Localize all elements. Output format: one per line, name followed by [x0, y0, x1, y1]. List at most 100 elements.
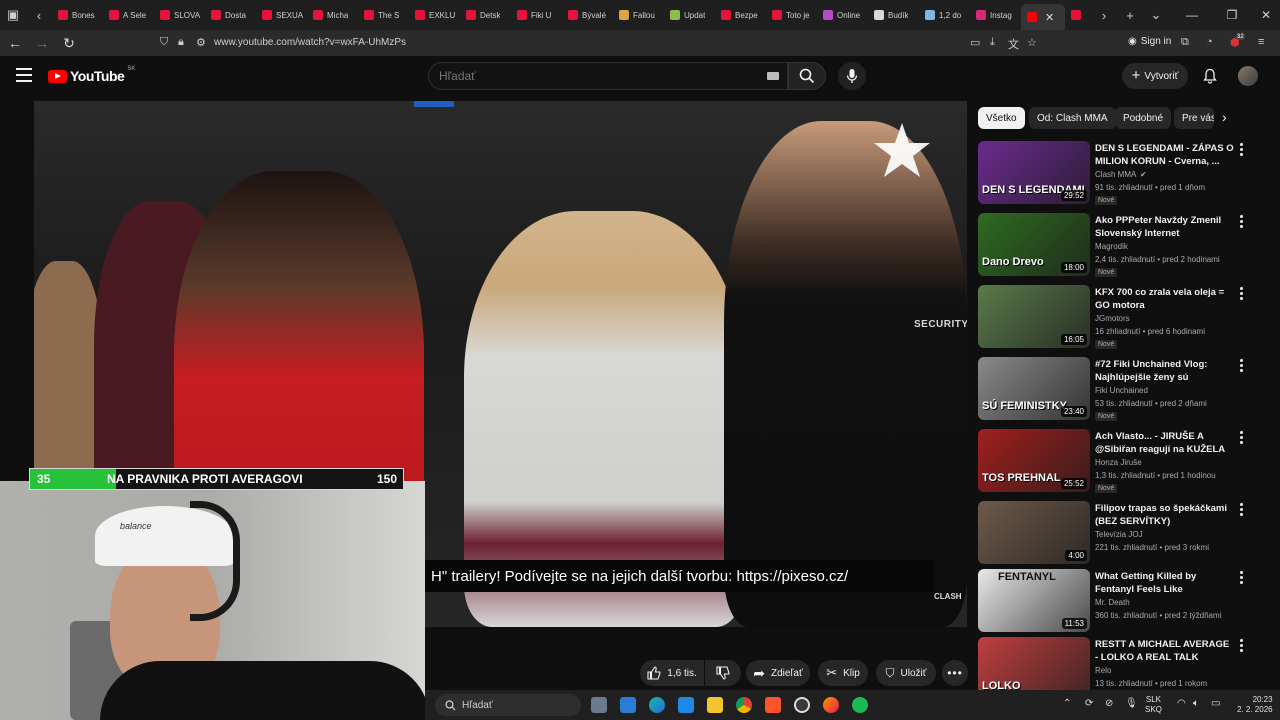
browser-tab[interactable]: Instag: [970, 0, 1021, 30]
bookmark-star-icon[interactable]: ☆: [1027, 36, 1037, 49]
battery-icon[interactable]: ▭: [1211, 698, 1220, 709]
browser-menu-icon[interactable]: ≡: [1258, 36, 1264, 48]
tab-active-youtube[interactable]: ✕: [1021, 4, 1065, 30]
dislike-button[interactable]: [705, 660, 741, 686]
browser-tab[interactable]: SLOVA: [154, 0, 205, 30]
browser-tab[interactable]: SEXUA: [256, 0, 307, 30]
share-button[interactable]: ➦ Zdieľať: [746, 660, 810, 686]
obs-icon[interactable]: [794, 697, 810, 713]
chrome-icon[interactable]: [736, 697, 752, 713]
video-thumbnail[interactable]: SÚ FEMINISTKY 23:40: [978, 357, 1090, 420]
recommended-video[interactable]: 4:00 Filipov trapas so špekáčkami (BEZ SE…: [978, 501, 1268, 567]
more-vertical-icon[interactable]: [1237, 571, 1245, 585]
video-thumbnail[interactable]: FENTANYL 11:53: [978, 569, 1090, 632]
chip-from-channel[interactable]: Od: Clash MMA: [1029, 107, 1116, 129]
translate-icon[interactable]: 文: [1008, 36, 1019, 52]
show-hidden-icons-chevron-icon[interactable]: ⌃: [1063, 698, 1071, 709]
browser-tab[interactable]: Online: [817, 0, 868, 30]
browser-tab[interactable]: Bezpe: [715, 0, 766, 30]
browser-tab[interactable]: Fiki U: [511, 0, 562, 30]
avatar[interactable]: [1238, 66, 1258, 86]
browser-tab[interactable]: 1,2 do: [919, 0, 970, 30]
search-box[interactable]: [428, 62, 788, 90]
browser-tab[interactable]: Bones: [52, 0, 103, 30]
firefox-icon[interactable]: [823, 697, 839, 713]
recommended-video[interactable]: DEN S LEGENDAMI 29:52 DEN S LEGENDAMI - ZÁ…: [978, 141, 1268, 207]
spotify-icon[interactable]: [852, 697, 868, 713]
browser-tab[interactable]: A Sele: [103, 0, 154, 30]
video-thumbnail[interactable]: 16:05: [978, 285, 1090, 348]
scroll-tabs-left-icon[interactable]: ‹: [26, 0, 52, 30]
browser-tab[interactable]: Budík: [868, 0, 919, 30]
chips-next-chevron-icon[interactable]: ›: [1222, 109, 1227, 125]
video-thumbnail[interactable]: Dano Drevo 18:00: [978, 213, 1090, 276]
shield-icon[interactable]: ⛉: [160, 36, 168, 49]
more-vertical-icon[interactable]: [1237, 359, 1245, 373]
download-page-icon[interactable]: ⤓: [990, 36, 995, 49]
browser-tab[interactable]: Detsk: [460, 0, 511, 30]
site-settings-icon[interactable]: ⚙: [196, 36, 206, 49]
chip-all[interactable]: Všetko: [978, 107, 1025, 129]
browser-tab[interactable]: Fallou: [613, 0, 664, 30]
video-thumbnail[interactable]: TOS PREHNAL 25:52: [978, 429, 1090, 492]
browser-tab[interactable]: EXKLU: [409, 0, 460, 30]
recommended-video[interactable]: FENTANYL 11:53 What Getting Killed by Fent…: [978, 569, 1268, 635]
store-icon[interactable]: [620, 697, 636, 713]
edge-icon[interactable]: [649, 697, 665, 713]
recommended-video[interactable]: Dano Drevo 18:00 Ako PPPeter Navždy Zmenil…: [978, 213, 1268, 279]
search-input[interactable]: [439, 69, 739, 83]
browser-tab[interactable]: Dosta: [205, 0, 256, 30]
tab-list-dropdown-icon[interactable]: ⌄: [1143, 0, 1169, 30]
clip-button[interactable]: ✂ Klip: [818, 660, 868, 686]
browser-tab[interactable]: Updat: [664, 0, 715, 30]
notifications-bell-icon[interactable]: [1200, 66, 1220, 86]
keyboard-icon[interactable]: [767, 72, 779, 80]
close-tab-icon[interactable]: ✕: [1045, 11, 1054, 24]
recommended-video[interactable]: TOS PREHNAL 25:52 Ach Vlasto... - JIRUŠE A…: [978, 429, 1268, 495]
more-vertical-icon[interactable]: [1237, 287, 1245, 301]
tab-next[interactable]: [1065, 0, 1091, 30]
browser-tab[interactable]: Micha: [307, 0, 358, 30]
scroll-tabs-right-icon[interactable]: ›: [1091, 0, 1117, 30]
close-window-icon[interactable]: ✕: [1246, 0, 1280, 30]
like-button[interactable]: 1,6 tis.: [640, 660, 704, 686]
video-thumbnail[interactable]: 4:00: [978, 501, 1090, 564]
save-button[interactable]: ⛉ Uložiť: [876, 660, 936, 686]
brave-icon[interactable]: [765, 697, 781, 713]
reload-icon[interactable]: ↻: [57, 31, 81, 55]
cast-icon[interactable]: ▭: [970, 36, 980, 49]
extensions-icon[interactable]: ⧉: [1181, 36, 1189, 49]
sign-in-button[interactable]: ◉ Sign in: [1128, 36, 1171, 47]
taskbar-search[interactable]: Hľadať: [435, 694, 581, 716]
more-vertical-icon[interactable]: [1237, 431, 1245, 445]
wifi-icon[interactable]: ◠: [1177, 698, 1186, 709]
youtube-logo[interactable]: YouTube SK: [48, 66, 135, 84]
voice-search-button[interactable]: [838, 62, 866, 90]
network-muted-icon[interactable]: ⊘: [1105, 698, 1113, 709]
url-field[interactable]: www.youtube.com/watch?v=wxFA-UhMzPs: [214, 37, 406, 48]
chip-for-you[interactable]: Pre vás: [1174, 107, 1214, 129]
task-view-icon[interactable]: [591, 697, 607, 713]
search-button[interactable]: [788, 62, 826, 90]
more-vertical-icon[interactable]: [1237, 143, 1245, 157]
photos-icon[interactable]: [678, 697, 694, 713]
vpn-icon[interactable]: ◔: [1206, 36, 1213, 48]
lock-icon[interactable]: 🔒︎: [178, 36, 184, 49]
new-tab-icon[interactable]: +: [1117, 0, 1143, 30]
more-vertical-icon[interactable]: [1237, 639, 1245, 653]
tab-actions-icon[interactable]: ▣: [0, 0, 26, 30]
more-actions-button[interactable]: •••: [942, 660, 968, 686]
taskbar-clock[interactable]: 20:23 2. 2. 2026: [1237, 695, 1273, 715]
sync-icon[interactable]: ⟳: [1085, 698, 1093, 709]
create-button[interactable]: + Vytvoriť: [1122, 63, 1188, 89]
back-icon[interactable]: ←: [3, 31, 27, 55]
recommended-video[interactable]: 16:05 KFX 700 co zrala vela oleja = GO mo…: [978, 285, 1268, 351]
video-thumbnail[interactable]: DEN S LEGENDAMI 29:52: [978, 141, 1090, 204]
menu-icon[interactable]: [16, 68, 32, 82]
volume-icon[interactable]: 🔈︎: [1193, 698, 1199, 709]
forward-icon[interactable]: →: [30, 31, 54, 55]
chip-related[interactable]: Podobné: [1115, 107, 1172, 129]
input-language[interactable]: SLK SKQ: [1145, 695, 1162, 715]
microphone-tray-icon[interactable]: 🎙︎: [1125, 698, 1138, 709]
more-vertical-icon[interactable]: [1237, 503, 1245, 517]
